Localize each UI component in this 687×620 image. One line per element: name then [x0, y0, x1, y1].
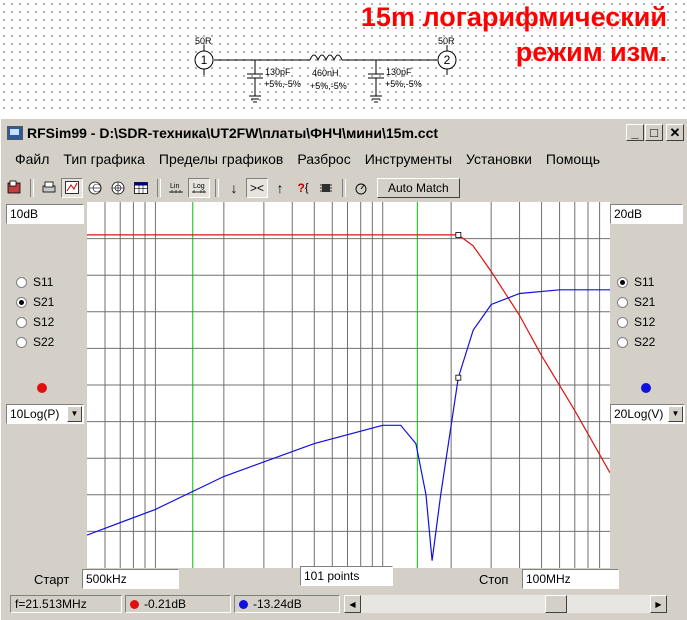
- arrow-up-icon[interactable]: ↑: [269, 178, 291, 198]
- cap1-tolerance: +5%,-5%: [264, 79, 301, 89]
- left-param-s22[interactable]: S22: [16, 332, 91, 352]
- cap2-tolerance: +5%,-5%: [385, 79, 422, 89]
- port2-number: 2: [444, 53, 451, 67]
- graph-icon[interactable]: [61, 178, 83, 198]
- smith-chart-icon[interactable]: [84, 178, 106, 198]
- left-trace-color: [37, 383, 47, 393]
- right-param-s21[interactable]: S21: [617, 292, 687, 312]
- left-param-s21[interactable]: S21: [16, 292, 91, 312]
- left-radio-s11[interactable]: [16, 276, 27, 288]
- chip-icon[interactable]: [315, 178, 337, 198]
- port1-impedance: 50R: [195, 36, 212, 46]
- start-label: Старт: [34, 572, 70, 587]
- right-radio-s22[interactable]: [617, 336, 628, 348]
- left-scale-input[interactable]: 10dB: [6, 204, 84, 224]
- polar-icon[interactable]: [107, 178, 129, 198]
- print-icon[interactable]: [38, 178, 60, 198]
- log-scale-icon[interactable]: Log: [188, 178, 210, 198]
- svg-text:Lin: Lin: [170, 183, 179, 190]
- title-bar[interactable]: RFSim99 - D:\SDR-техника\UT2FW\платы\ФНЧ…: [3, 122, 686, 143]
- status-bar: f=21.513MHz -0.21dB -13.24dB ◀ ▶: [3, 593, 686, 615]
- series-line-0: [87, 234, 611, 474]
- start-frequency-input[interactable]: 500kHz: [82, 569, 179, 589]
- cap1-value: 130pF: [265, 67, 291, 77]
- scroll-left-icon[interactable]: ◀: [344, 595, 361, 613]
- status-marker-blue: -13.24dB: [234, 595, 340, 613]
- plot-area[interactable]: [86, 202, 611, 568]
- zoom-in-icon[interactable]: ><: [246, 178, 268, 198]
- marker-0: [455, 232, 462, 238]
- left-param-s12[interactable]: S12: [16, 312, 91, 332]
- blue-marker-dot: [239, 599, 248, 609]
- right-radio-s21[interactable]: [617, 296, 628, 308]
- right-param-group: S11 S21 S12 S22: [617, 272, 687, 352]
- left-radio-s22[interactable]: [16, 336, 27, 348]
- series-line-1: [86, 289, 610, 561]
- menu-tools[interactable]: Инструменты: [358, 151, 459, 167]
- left-radio-s12[interactable]: [16, 316, 27, 328]
- chevron-down-icon[interactable]: ▼: [668, 406, 683, 422]
- tune-icon[interactable]: [350, 178, 372, 198]
- stop-frequency-input[interactable]: 100MHz: [522, 569, 619, 589]
- red-marker-dot: [130, 599, 139, 609]
- status-marker-red: -0.21dB: [125, 595, 231, 613]
- menu-graph-limits[interactable]: Пределы графиков: [152, 151, 290, 167]
- close-button[interactable]: ✕: [666, 124, 684, 141]
- menu-settings[interactable]: Установки: [459, 151, 539, 167]
- right-param-s11[interactable]: S11: [617, 272, 687, 292]
- menu-bar: Файл Тип графика Пределы графиков Разбро…: [3, 148, 686, 170]
- cap2-value: 130pF: [386, 67, 412, 77]
- frequency-scrollbar[interactable]: ◀ ▶: [344, 595, 667, 613]
- heading-line2: режим изм.: [515, 37, 667, 67]
- help-icon[interactable]: ?{: [292, 178, 314, 198]
- right-scale-input[interactable]: 20dB: [610, 204, 683, 224]
- right-mode-select[interactable]: 20Log(V) ▼: [610, 404, 685, 424]
- port2-impedance: 50R: [438, 36, 455, 46]
- scroll-thumb[interactable]: [545, 595, 567, 613]
- window-controls: _ □ ✕: [625, 124, 684, 141]
- heading-line1: 15m логарифмический: [360, 2, 667, 32]
- arrow-down-icon[interactable]: ↓: [223, 178, 245, 198]
- right-radio-s11[interactable]: [617, 276, 628, 288]
- left-param-group: S11 S21 S12 S22: [16, 272, 91, 352]
- svg-text:Log: Log: [193, 183, 205, 190]
- left-mode-select[interactable]: 10Log(P) ▼: [6, 404, 84, 424]
- right-param-s12[interactable]: S12: [617, 312, 687, 332]
- left-param-s11[interactable]: S11: [16, 272, 91, 292]
- right-trace-color: [641, 383, 651, 393]
- left-radio-s21[interactable]: [16, 296, 27, 308]
- menu-graph-type[interactable]: Тип графика: [56, 151, 151, 167]
- stop-label: Стоп: [479, 572, 509, 587]
- chevron-down-icon[interactable]: ▼: [67, 406, 82, 422]
- port1-number: 1: [201, 53, 208, 67]
- scroll-right-icon[interactable]: ▶: [650, 595, 667, 613]
- table-icon[interactable]: [130, 178, 152, 198]
- menu-tolerance[interactable]: Разброс: [290, 151, 357, 167]
- right-param-s22[interactable]: S22: [617, 332, 687, 352]
- points-input[interactable]: 101 points: [300, 566, 393, 586]
- minimize-button[interactable]: _: [626, 124, 644, 141]
- inductor-value: 460nH: [312, 68, 339, 78]
- maximize-button[interactable]: □: [645, 124, 663, 141]
- menu-help[interactable]: Помощь: [539, 151, 607, 167]
- window-title: RFSim99 - D:\SDR-техника\UT2FW\платы\ФНЧ…: [27, 124, 439, 141]
- inductor-tolerance: +5%,-5%: [310, 81, 347, 91]
- status-frequency: f=21.513MHz: [10, 595, 122, 613]
- auto-match-button[interactable]: Auto Match: [377, 178, 460, 198]
- toolbar: Lin Log ↓ >< ↑ ?{ Auto Match: [3, 177, 686, 199]
- menu-file[interactable]: Файл: [3, 151, 56, 167]
- rfsim-window: RFSim99 - D:\SDR-техника\UT2FW\платы\ФНЧ…: [0, 118, 687, 620]
- right-radio-s12[interactable]: [617, 316, 628, 328]
- marker-1: [455, 374, 462, 381]
- open-icon[interactable]: [3, 178, 25, 198]
- lin-scale-icon[interactable]: Lin: [165, 178, 187, 198]
- app-icon[interactable]: [7, 125, 23, 140]
